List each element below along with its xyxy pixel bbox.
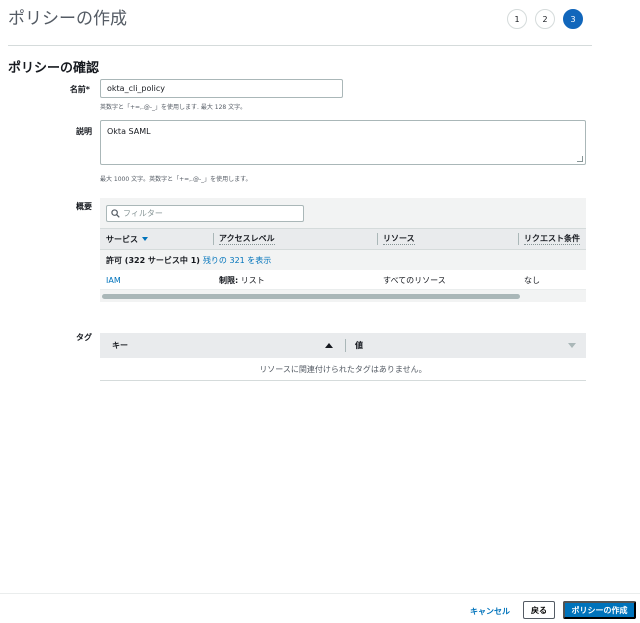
description-hint: 最大 1000 文字。英数字と「+=,.@-_」を使用します。 [100,176,252,183]
allow-group-label: 許可 (322 サービス中 1) [106,255,200,265]
section-title: ポリシーの確認 [8,61,100,76]
column-key[interactable]: キー [112,333,128,358]
access-level-prefix: 制限: [219,275,239,285]
column-access-level-label: アクセスレベル [219,234,275,245]
column-divider[interactable] [345,339,346,352]
resize-handle[interactable] [577,156,583,162]
sort-descending-icon [142,237,148,241]
triangle-down-icon [568,343,576,348]
footer-divider [0,593,640,594]
tags-table-header: キー 値 [100,333,586,358]
name-hint: 英数字と「+=,.@-_」を使用します. 最大 128 文字。 [100,104,247,111]
tags-label: タグ [76,333,92,342]
triangle-up-icon [325,343,333,348]
step-2[interactable]: 2 [535,9,555,29]
column-value[interactable]: 値 [355,333,363,358]
step-1[interactable]: 1 [507,9,527,29]
summary-panel: フィルター サービス アクセスレベル リソース リクエスト条件 許可 (322 … [100,198,586,302]
column-resource[interactable]: リソース [377,229,415,249]
access-level-cell: 制限: リスト [213,270,265,290]
column-request-condition-label: リクエスト条件 [524,234,580,245]
column-service[interactable]: サービス [100,229,148,249]
summary-label: 概要 [76,202,92,211]
sort-icon[interactable] [568,333,576,358]
show-remaining-link[interactable]: 残りの 321 を表示 [203,255,271,266]
condition-cell: なし [524,275,540,285]
horizontal-scrollbar[interactable] [100,292,586,300]
filter-placeholder: フィルター [123,209,163,218]
allow-group-row: 許可 (322 サービス中 1) 残りの 321 を表示 [100,250,586,270]
filter-input[interactable]: フィルター [106,205,304,222]
description-value: Okta SAML [107,127,151,136]
column-service-label: サービス [106,234,138,244]
search-icon [111,209,120,218]
column-value-label: 値 [355,341,363,350]
back-button[interactable]: 戻る [523,601,555,619]
create-policy-button[interactable]: ポリシーの作成 [563,601,636,619]
column-request-condition[interactable]: リクエスト条件 [518,229,580,249]
name-input-value: okta_cli_policy [107,84,165,93]
step-3: 3 [563,9,583,29]
resource-cell: すべてのリソース [383,275,446,285]
name-label: 名前* [69,85,90,94]
service-link[interactable]: IAM [100,270,121,290]
scrollbar-thumb[interactable] [102,294,520,299]
page-title: ポリシーの作成 [8,9,127,29]
cancel-button[interactable]: キャンセル [466,602,514,620]
description-label: 説明 [76,127,92,136]
column-resource-label: リソース [383,234,415,245]
header-divider [8,45,592,46]
access-level-value: リスト [238,275,265,285]
table-row: IAM 制限: リスト すべてのリソース なし [100,270,586,290]
description-textarea[interactable]: Okta SAML [100,120,586,165]
name-input[interactable]: okta_cli_policy [100,79,343,98]
sort-ascending-icon[interactable] [325,333,333,358]
summary-table-header: サービス アクセスレベル リソース リクエスト条件 [100,228,586,250]
step-indicator: 1 2 3 [507,9,583,29]
tags-empty-message: リソースに関連付けられたタグはありません。 [100,359,586,381]
column-key-label: キー [112,341,128,350]
column-access-level[interactable]: アクセスレベル [213,229,275,249]
